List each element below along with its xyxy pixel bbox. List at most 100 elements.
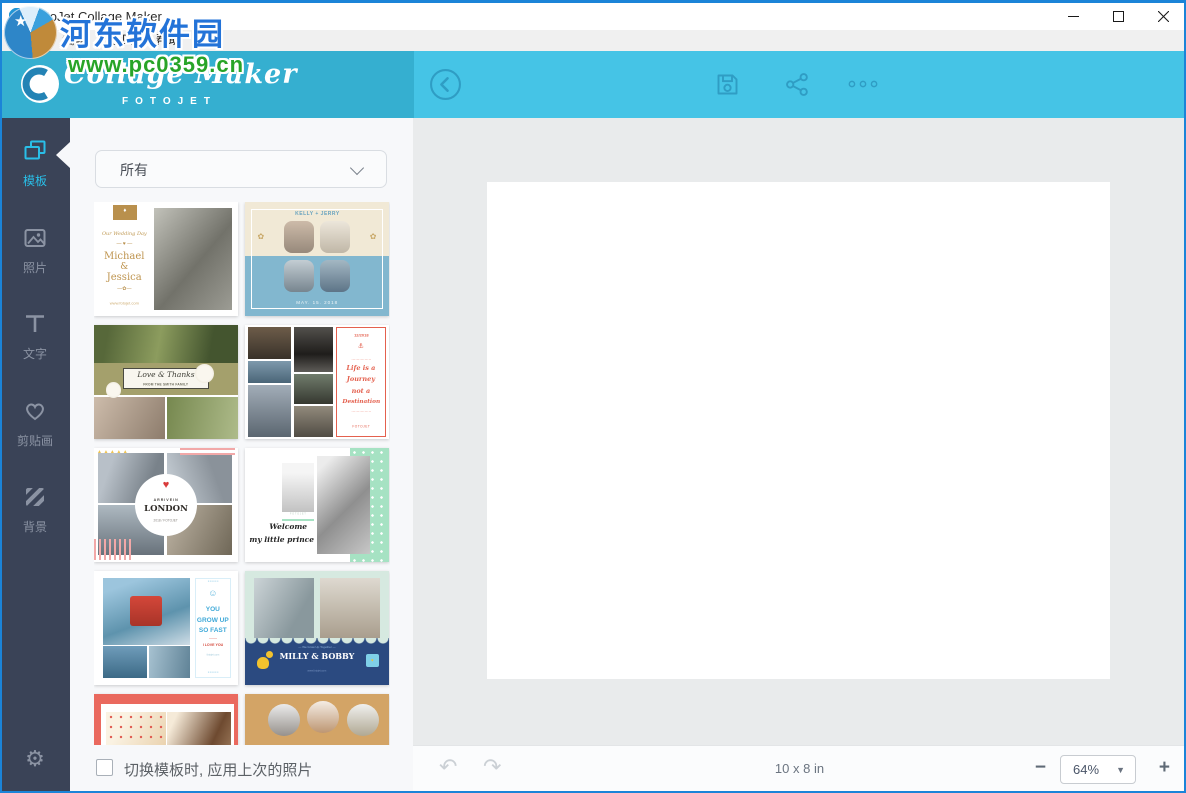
template-label: Life is a — [339, 365, 384, 372]
template-photo-block — [282, 463, 314, 512]
menu-item-file[interactable]: 文件 — [4, 30, 51, 51]
title-bar: FotoJet Collage Maker — [0, 3, 1186, 30]
brand-title: Collage Maker — [64, 59, 297, 90]
template-label: fotojet.com — [195, 654, 231, 657]
sidebar-item-label: 剪贴画 — [17, 432, 53, 449]
window-frame-top — [0, 0, 1186, 3]
template-thumb-food-collage-red[interactable] — [94, 694, 238, 745]
template-photo-block — [294, 406, 333, 437]
template-label: my little prince — [246, 536, 317, 545]
template-label: www.fotojet.com — [288, 670, 346, 673]
maximize-button[interactable] — [1096, 3, 1141, 30]
template-label: A R R I V E I N — [134, 498, 197, 502]
template-photo-block — [94, 397, 165, 439]
template-photo-block — [320, 578, 380, 638]
status-bar: ↶ ↷ 10 x 8 in − 64% ▼ + — [413, 745, 1186, 793]
canvas-artboard[interactable] — [487, 182, 1110, 679]
template-label: — We Grow Up Together — — [281, 646, 353, 649]
menu-item-window[interactable]: 窗口 — [98, 30, 145, 51]
app-logo-icon — [9, 8, 26, 25]
template-label: MILLY & BOBBY — [271, 652, 363, 661]
share-button[interactable] — [780, 67, 814, 101]
template-photo-block — [320, 221, 350, 253]
template-photo-block — [294, 327, 333, 371]
more-options-button[interactable] — [846, 67, 880, 101]
sidebar: ⚙ 模板照片文字剪贴画背景 — [0, 118, 70, 793]
template-photo-block — [245, 638, 389, 644]
template-photo-block — [284, 260, 314, 292]
template-grid: ♦Our Wedding Day— ♥ —Michael&Jessica—✿—w… — [94, 202, 390, 745]
canvas-area: ↶ ↷ 10 x 8 in − 64% ▼ + — [413, 118, 1186, 793]
template-label: — ♥ — — [97, 241, 152, 247]
template-photo-block — [149, 646, 191, 678]
sidebar-item-background[interactable]: 背景 — [0, 484, 70, 542]
template-label: not a — [339, 388, 384, 395]
toolbar — [414, 51, 1186, 118]
template-label: SO FAST — [193, 627, 232, 634]
template-thumb-welcome-little-prince[interactable]: F O T O J E TWelcomemy little prince — [245, 448, 389, 562]
template-photo-block — [257, 657, 270, 670]
save-button[interactable] — [710, 67, 744, 101]
brand-area: Collage Maker FOTOJET — [0, 51, 414, 118]
template-thumb-journey-not-destination[interactable]: 12/2018⚓···············Life is aJourneyn… — [245, 325, 389, 439]
template-label: ▪ ▪ ▪ ▪ ▪ ▪ — [195, 580, 231, 583]
template-thumb-arrive-in-london[interactable]: ▲▲▲▲▲♥A R R I V E I NLONDON2018 / FOTOJE… — [94, 448, 238, 562]
template-photo-block — [294, 374, 333, 404]
template-thumb-you-grow-up-so-fast[interactable]: ▪ ▪ ▪ ▪ ▪ ▪☺YOUGROW UPSO FAST——I LOVE YO… — [94, 571, 238, 685]
template-label: FOTOJET — [339, 425, 384, 429]
template-label: FROM THE SMITH FAMILY — [124, 383, 208, 387]
template-photo-block — [307, 701, 339, 733]
template-thumb-milly-and-bobby[interactable]: — We Grow Up Together —MILLY & BOBBY♥www… — [245, 571, 389, 685]
template-label: ▪ ▪ ▪ ▪ ▪ ▪ — [195, 671, 231, 674]
template-photo-block — [347, 704, 379, 736]
sidebar-item-label: 模板 — [23, 172, 47, 189]
zoom-out-button[interactable]: − — [1035, 757, 1046, 779]
sidebar-item-text[interactable]: 文字 — [0, 311, 70, 369]
template-label: KELLY + JERRY — [267, 211, 368, 217]
template-thumb-wedding-michael-jessica[interactable]: ♦Our Wedding Day— ♥ —Michael&Jessica—✿—w… — [94, 202, 238, 316]
apply-last-photos-label: 切换模板时, 应用上次的照片 — [124, 759, 312, 780]
minimize-button[interactable] — [1051, 3, 1096, 30]
template-label: Michael — [97, 251, 152, 263]
sidebar-item-clipart[interactable]: 剪贴画 — [0, 398, 70, 456]
text-icon — [22, 311, 48, 342]
template-label: —✿— — [97, 286, 152, 292]
template-label: MAY. 15. 2018 — [274, 300, 360, 305]
template-label: ♦ — [113, 208, 137, 215]
templates-icon — [22, 138, 48, 169]
window-title: FotoJet Collage Maker — [31, 9, 162, 24]
settings-gear-icon[interactable]: ⚙ — [0, 748, 70, 770]
apply-last-photos-checkbox[interactable] — [96, 759, 113, 776]
template-label: ✿ — [254, 232, 268, 241]
zoom-in-button[interactable]: + — [1159, 757, 1170, 779]
sidebar-item-label: 照片 — [23, 259, 47, 276]
templates-panel: 所有 ♦Our Wedding Day— ♥ —Michael&Jessica—… — [70, 118, 413, 793]
sidebar-item-label: 背景 — [23, 518, 47, 535]
template-label: ⚓ — [339, 343, 384, 351]
menu-item-edit[interactable]: 编辑 — [51, 30, 98, 51]
template-label: F O T O J E T — [282, 513, 314, 516]
template-thumb-food-collage-tan[interactable] — [245, 694, 389, 745]
template-photo-block — [106, 712, 166, 745]
background-icon — [22, 484, 48, 515]
caret-down-icon: ▼ — [1116, 765, 1125, 775]
template-thumb-love-and-thanks[interactable]: Love & ThanksFROM THE SMITH FAMILY — [94, 325, 238, 439]
back-button[interactable] — [428, 67, 462, 101]
template-filter-dropdown[interactable]: 所有 — [95, 150, 387, 188]
sidebar-item-photos[interactable]: 照片 — [0, 225, 70, 283]
template-photo-block — [320, 260, 350, 292]
template-photo-block — [248, 327, 291, 359]
template-label: 2018 / FOTOJET — [134, 519, 197, 523]
sidebar-item-templates[interactable]: 模板 — [0, 138, 70, 196]
template-label: Jessica — [97, 272, 152, 284]
template-thumb-wedding-kelly-jerry[interactable]: KELLY + JERRY ✿ ✿ MAY. 15. 2018 — [245, 202, 389, 316]
template-label: Our Wedding Day — [97, 231, 152, 237]
close-button[interactable] — [1141, 3, 1186, 30]
template-label: ✿ — [366, 232, 380, 241]
template-photo-block — [268, 704, 300, 736]
photos-icon — [22, 225, 48, 256]
menu-item-help[interactable]: 帮助 — [145, 30, 192, 51]
zoom-level-select[interactable]: 64% ▼ — [1060, 755, 1136, 784]
template-photo-block — [284, 221, 314, 253]
zoom-level-value: 64% — [1073, 762, 1099, 777]
